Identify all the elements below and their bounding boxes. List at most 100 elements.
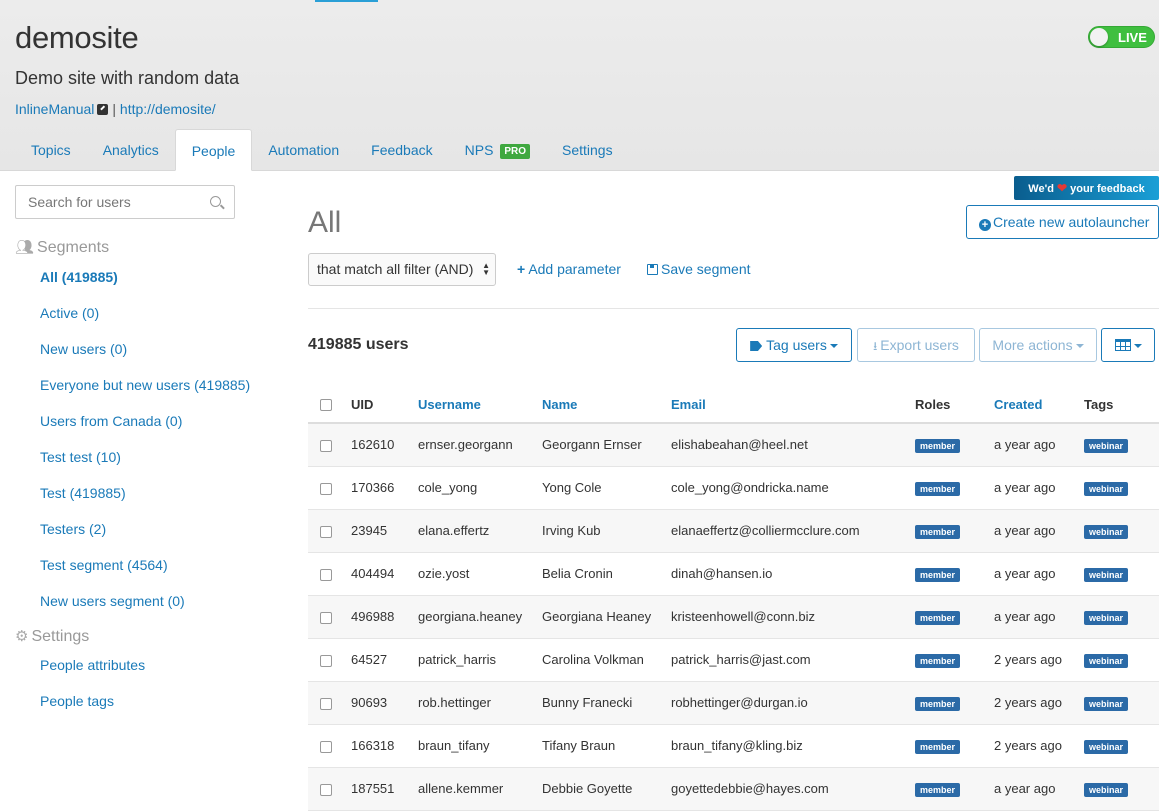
tag-badge[interactable]: webinar [1084,438,1129,453]
column-header-username[interactable]: Username [418,386,542,424]
settings-item-people-attributes[interactable]: People attributes [40,654,145,690]
settings-heading-label: Settings [31,628,90,645]
tag-badge[interactable]: webinar [1084,610,1129,625]
uid-link[interactable]: 23945 [351,509,418,553]
site-description: Demo site with random data [15,68,240,88]
name-cell: Irving Kub [542,509,671,553]
export-users-button[interactable]: ⭳ Export users [857,328,975,362]
divider [308,308,1159,309]
tab-automation[interactable]: Automation [252,129,355,171]
search-input[interactable] [16,186,196,218]
user-count: 419885 users [308,336,409,353]
segment-item-everyone-but-new[interactable]: Everyone but new users (419885) [40,374,250,410]
tab-people[interactable]: People [174,129,253,171]
tag-badge[interactable]: webinar [1084,653,1129,668]
inlinemanual-link[interactable]: InlineManual [15,101,94,117]
pro-badge: PRO [500,144,530,159]
tab-settings[interactable]: Settings [546,129,629,171]
table-row[interactable]: 166318 braun_tifany Tifany Braun braun_tifa… [308,724,1159,768]
select-all-checkbox[interactable] [320,399,332,412]
search-icon[interactable] [210,196,221,207]
segment-item-canada[interactable]: Users from Canada (0) [40,410,250,446]
column-header-email[interactable]: Email [671,386,915,424]
users-table: UID Username Name Email Roles Created Ta… [308,386,1159,811]
column-header-name[interactable]: Name [542,386,671,424]
chevron-down-icon [1075,344,1084,348]
create-autolauncher-button[interactable]: + Create new autolauncher [966,205,1159,239]
uid-link[interactable]: 166318 [351,724,418,768]
name-cell: Bunny Franecki [542,681,671,725]
table-row[interactable]: 23945 elana.effertz Irving Kub elanaeffertz… [308,509,1159,553]
row-checkbox[interactable] [320,482,332,495]
segment-item-new-users[interactable]: New users (0) [40,338,250,374]
external-link-icon[interactable] [97,104,109,115]
row-checkbox[interactable] [320,697,332,710]
tag-cell: webinar [1084,638,1159,682]
more-actions-label: More actions [992,337,1073,353]
segment-item-active[interactable]: Active (0) [40,302,250,338]
columns-button[interactable] [1101,328,1155,362]
row-checkbox[interactable] [320,783,332,796]
filter-mode-select[interactable]: that match all filter (AND) ▲ ▼ [308,253,496,286]
table-row[interactable]: 496988 georgiana.heaney Georgiana Heaney kr… [308,595,1159,639]
row-checkbox[interactable] [320,525,332,538]
tab-topics[interactable]: Topics [15,129,87,171]
created-cell: a year ago [994,509,1084,553]
row-checkbox[interactable] [320,740,332,753]
segment-item-test[interactable]: Test (419885) [40,482,250,518]
site-url-link[interactable]: http://demosite/ [120,101,216,117]
table-row[interactable]: 64527 patrick_harris Carolina Volkman patri… [308,638,1159,682]
segment-item-test-test[interactable]: Test test (10) [40,446,250,482]
tag-cell: webinar [1084,466,1159,510]
row-checkbox[interactable] [320,568,332,581]
role-cell: member [915,595,994,639]
add-parameter-link[interactable]: + Add parameter [517,261,621,277]
row-checkbox[interactable] [320,439,332,452]
tab-label: People [191,143,236,159]
table-row[interactable]: 170366 cole_yong Yong Cole cole_yong@ondric… [308,466,1159,510]
tag-users-button[interactable]: Tag users [736,328,852,362]
uid-link[interactable]: 187551 [351,767,418,811]
tab-nps[interactable]: NPS PRO [449,129,546,171]
user-search [15,185,235,219]
more-actions-button[interactable]: More actions [979,328,1097,362]
segment-item-all[interactable]: All (419885) [40,266,250,302]
uid-link[interactable]: 90693 [351,681,418,725]
table-row[interactable]: 187551 allene.kemmer Debbie Goyette goyette… [308,767,1159,811]
uid-link[interactable]: 64527 [351,638,418,682]
feedback-suffix: your feedback [1070,183,1145,195]
table-row[interactable]: 404494 ozie.yost Belia Cronin dinah@hansen.… [308,552,1159,596]
email-cell: elishabeahan@heel.net [671,423,915,467]
settings-heading: ⚙︎ Settings [15,627,89,646]
live-toggle[interactable]: LIVE [1088,26,1155,48]
row-checkbox[interactable] [320,611,332,624]
table-row[interactable]: 90693 rob.hettinger Bunny Franecki robhetti… [308,681,1159,725]
segment-item-test-segment[interactable]: Test segment (4564) [40,554,250,590]
feedback-prefix: We'd [1028,183,1054,195]
role-cell: member [915,638,994,682]
tab-feedback[interactable]: Feedback [355,129,448,171]
tag-badge[interactable]: webinar [1084,524,1129,539]
column-header-tags: Tags [1084,386,1159,424]
tag-badge[interactable]: webinar [1084,696,1129,711]
uid-link[interactable]: 404494 [351,552,418,596]
tag-badge[interactable]: webinar [1084,567,1129,582]
segment-item-testers[interactable]: Testers (2) [40,518,250,554]
save-segment-link[interactable]: Save segment [647,261,751,277]
email-cell: cole_yong@ondricka.name [671,466,915,510]
settings-item-people-tags[interactable]: People tags [40,690,145,726]
row-select-cell [308,767,351,811]
column-header-created[interactable]: Created [994,386,1084,424]
segment-item-new-users-segment[interactable]: New users segment (0) [40,590,250,626]
feedback-badge[interactable]: We'd ❤ your feedback [1014,176,1159,200]
uid-link[interactable]: 496988 [351,595,418,639]
table-row[interactable]: 162610 ernser.georgann Georgann Ernser elis… [308,423,1159,467]
tag-badge[interactable]: webinar [1084,481,1129,496]
tab-analytics[interactable]: Analytics [87,129,175,171]
tag-badge[interactable]: webinar [1084,782,1129,797]
uid-link[interactable]: 162610 [351,423,418,467]
row-checkbox[interactable] [320,654,332,667]
uid-link[interactable]: 170366 [351,466,418,510]
tag-badge[interactable]: webinar [1084,739,1129,754]
username-cell: elana.effertz [418,509,542,553]
